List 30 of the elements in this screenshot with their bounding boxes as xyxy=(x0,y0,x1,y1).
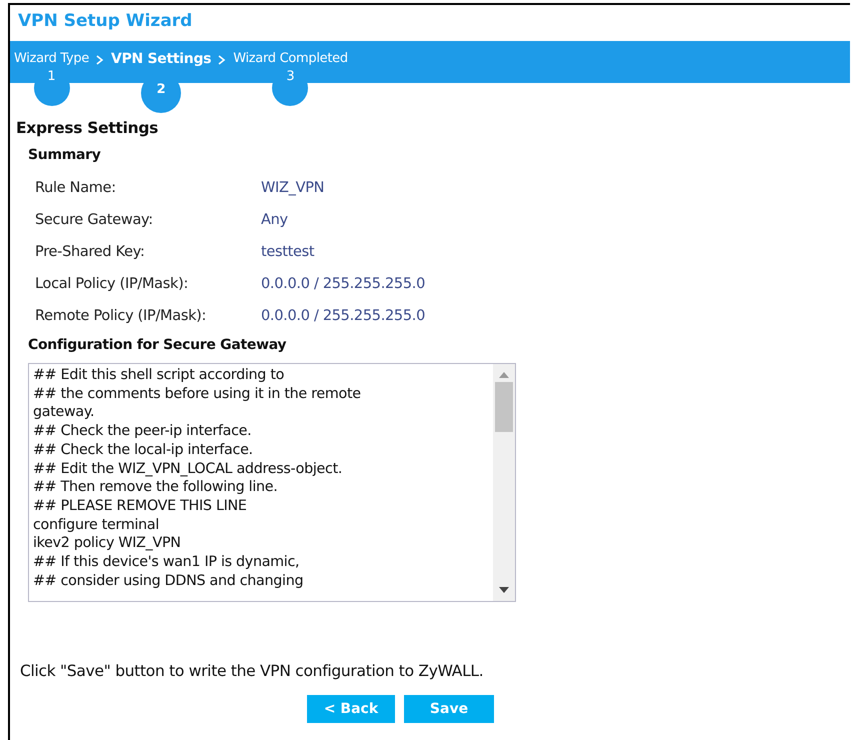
scroll-thumb[interactable] xyxy=(495,382,513,432)
wizard-step: VPN Settings xyxy=(111,49,212,69)
instruction-text: Click "Save" button to write the VPN configuration to ZyWALL. xyxy=(20,662,484,680)
field-label: Secure Gateway: xyxy=(35,211,154,230)
field-value: 0.0.0.0 / 255.255.255.0 xyxy=(261,275,426,294)
section-title: Express Settings xyxy=(16,119,160,137)
field-value: 0.0.0.0 / 255.255.255.0 xyxy=(261,307,426,326)
script-text-area[interactable] xyxy=(28,363,516,602)
wizard-step: Wizard Type xyxy=(14,49,90,69)
window-title: VPN Setup Wizard xyxy=(17,10,194,33)
field-value: Any xyxy=(261,211,289,230)
save-button[interactable]: Save xyxy=(404,695,494,723)
step-number: 3 xyxy=(272,70,308,106)
scrollbar[interactable] xyxy=(493,364,515,601)
field-value: WIZ_VPN xyxy=(261,179,326,198)
scroll-up-icon[interactable] xyxy=(499,372,509,378)
configuration-title: Configuration for Secure Gateway xyxy=(28,337,288,353)
scroll-down-icon[interactable] xyxy=(499,587,509,593)
step-number: 1 xyxy=(34,70,70,106)
chevron-icon xyxy=(96,55,104,65)
field-label: Remote Policy (IP/Mask): xyxy=(35,307,208,326)
field-label: Pre-Shared Key: xyxy=(35,243,146,262)
field-label: Rule Name: xyxy=(35,179,117,198)
chevron-icon xyxy=(218,55,226,65)
field-label: Local Policy (IP/Mask): xyxy=(35,275,190,294)
script-text: ## Edit this shell script according to ## the comments before using it in the remote gateway. ## Check the peer-ip interface. ## Check the local-ip interface. ## Edit the WIZ_VPN_LOCAL address-object. ## Then remove the following line. ## PLEASE REMOVE THIS LINE configure terminal ikev2 policy WIZ_VPN ## If this device's wan1 IP is dynamic, ## consider using DDNS and changing xyxy=(32,366,362,591)
summary-title: Summary xyxy=(28,147,102,163)
field-value: testtest xyxy=(261,243,316,262)
wizard-step: Wizard Completed xyxy=(233,49,348,69)
back-button[interactable]: < Back xyxy=(307,695,395,723)
